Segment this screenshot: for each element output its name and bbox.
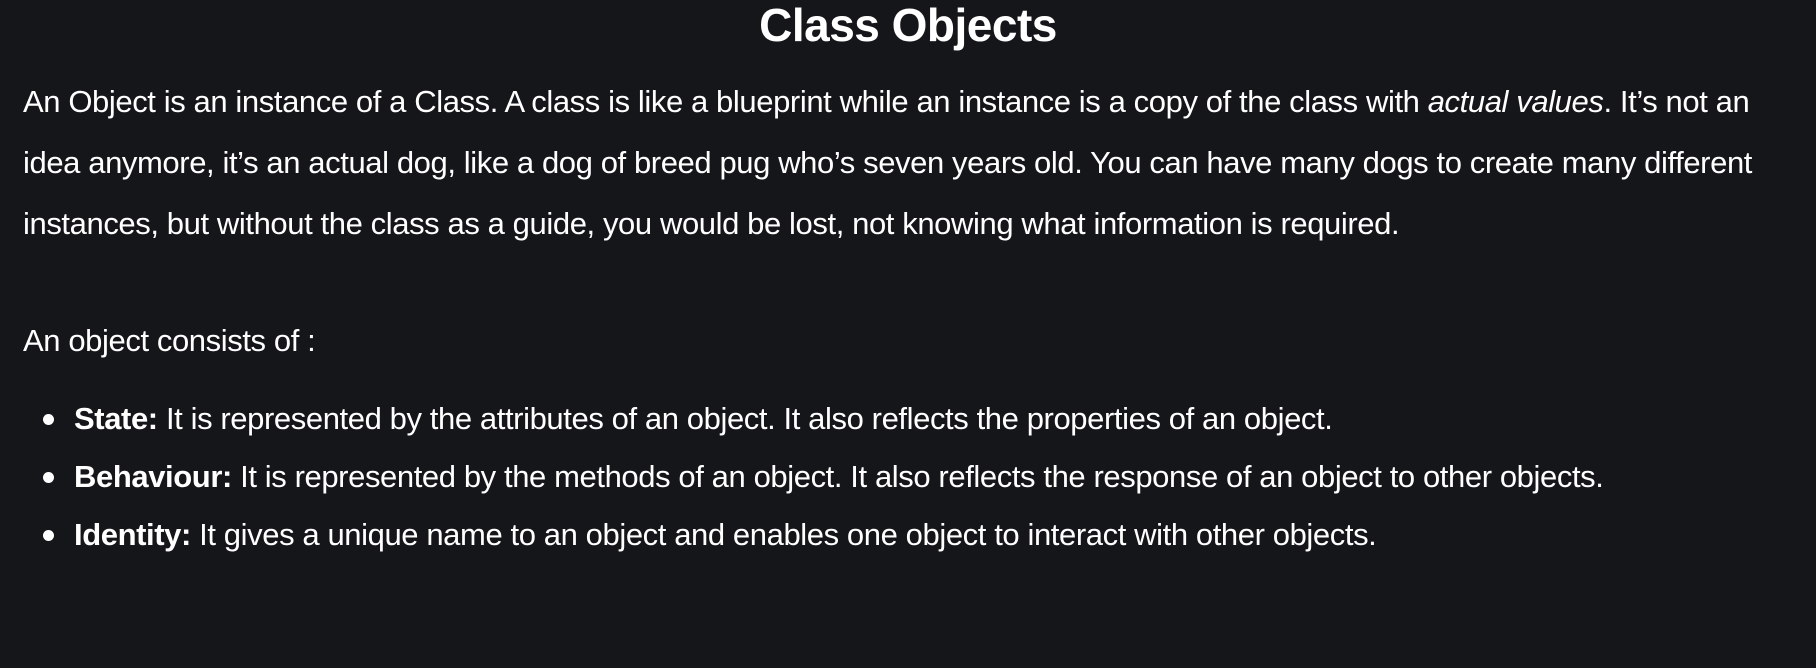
page-title: Class Objects bbox=[759, 0, 1057, 51]
bullet-icon bbox=[43, 530, 54, 541]
list-item-text: It gives a unique name to an object and … bbox=[190, 517, 1377, 552]
list-item-state: State: It is represented by the attribut… bbox=[43, 390, 1816, 448]
paragraph-text: An Object is an instance of a Class. A c… bbox=[23, 84, 1428, 119]
list-intro: An object consists of : bbox=[23, 323, 316, 358]
list-item-term: Behaviour: bbox=[74, 459, 232, 494]
list-item-text: It is represented by the methods of an o… bbox=[231, 459, 1604, 494]
list-item-identity: Identity: It gives a unique name to an o… bbox=[43, 506, 1816, 564]
object-components-list: State: It is represented by the attribut… bbox=[0, 390, 1816, 564]
bullet-icon bbox=[43, 472, 54, 483]
paragraph-emphasis: actual values bbox=[1427, 84, 1604, 119]
list-item-term: Identity: bbox=[74, 517, 191, 552]
list-item-behaviour: Behaviour: It is represented by the meth… bbox=[43, 448, 1816, 506]
bullet-icon bbox=[43, 414, 54, 425]
list-item-term: State: bbox=[74, 401, 158, 436]
description-paragraph: An Object is an instance of a Class. A c… bbox=[23, 71, 1813, 254]
list-item-text: It is represented by the attributes of a… bbox=[157, 401, 1333, 436]
